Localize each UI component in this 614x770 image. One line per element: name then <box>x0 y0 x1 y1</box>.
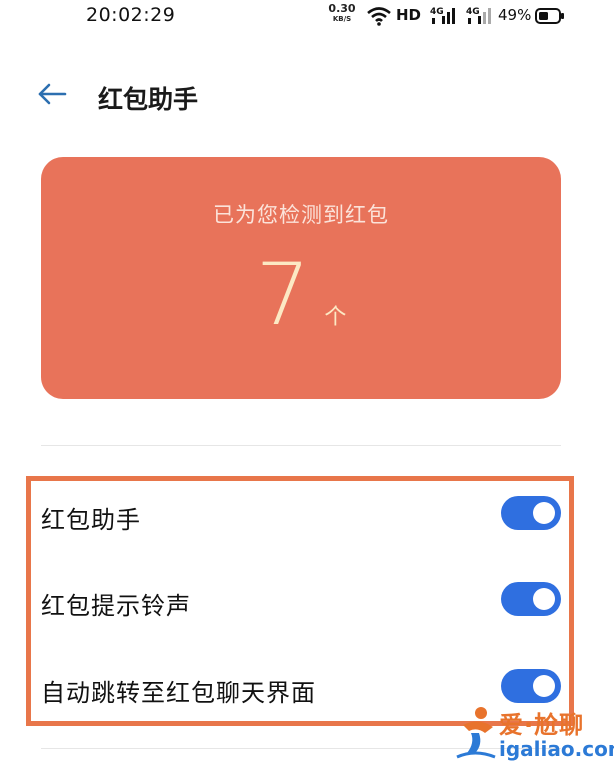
status-time: 20:02:29 <box>86 4 176 26</box>
network-type-1: 4G <box>430 7 444 17</box>
signal-icon-sim2: 4G <box>466 7 491 24</box>
setting-label: 红包助手 <box>41 506 141 534</box>
app-header: 红包助手 <box>0 64 614 124</box>
setting-row-ringtone[interactable]: 红包提示铃声 <box>41 568 563 632</box>
count-display: 7个 <box>41 252 561 338</box>
toggle-knob <box>533 675 555 697</box>
back-arrow-icon <box>38 83 67 105</box>
toggle-knob <box>533 502 555 524</box>
signal-icon-sim1: 4G <box>430 7 455 24</box>
status-bar: 20:02:29 0.30 KB/S HD 4G 4G 49% <box>0 0 614 34</box>
detected-label: 已为您检测到红包 <box>213 203 389 227</box>
network-speed-unit: KB/S <box>332 15 352 23</box>
hd-indicator: HD <box>396 6 422 24</box>
setting-label: 红包提示铃声 <box>41 592 191 620</box>
toggle-knob <box>533 588 555 610</box>
watermark-url: igaliao.com <box>499 737 614 761</box>
back-button[interactable] <box>34 78 70 110</box>
network-speed: 0.30 KB/S <box>327 2 357 24</box>
red-packet-assistant-toggle[interactable] <box>501 496 561 530</box>
battery-icon <box>535 8 564 24</box>
setting-row-red-packet-assistant[interactable]: 红包助手 <box>41 482 563 546</box>
setting-label: 自动跳转至红包聊天界面 <box>41 679 316 707</box>
watermark-logo-icon <box>456 707 496 759</box>
watermark: 爱·尬聊 igaliao.com <box>455 703 614 765</box>
red-packet-count: 7 <box>255 245 311 345</box>
wifi-icon <box>367 7 391 26</box>
red-packet-count-card: 已为您检测到红包 7个 <box>41 157 561 399</box>
divider-top <box>41 445 561 446</box>
page-title: 红包助手 <box>98 85 199 114</box>
ringtone-toggle[interactable] <box>501 582 561 616</box>
watermark-name: 爱·尬聊 <box>499 711 585 739</box>
network-speed-value: 0.30 <box>328 2 356 15</box>
battery-percent: 49% <box>498 6 532 24</box>
auto-jump-toggle[interactable] <box>501 669 561 703</box>
network-type-2: 4G <box>466 7 480 17</box>
count-unit: 个 <box>324 305 347 330</box>
